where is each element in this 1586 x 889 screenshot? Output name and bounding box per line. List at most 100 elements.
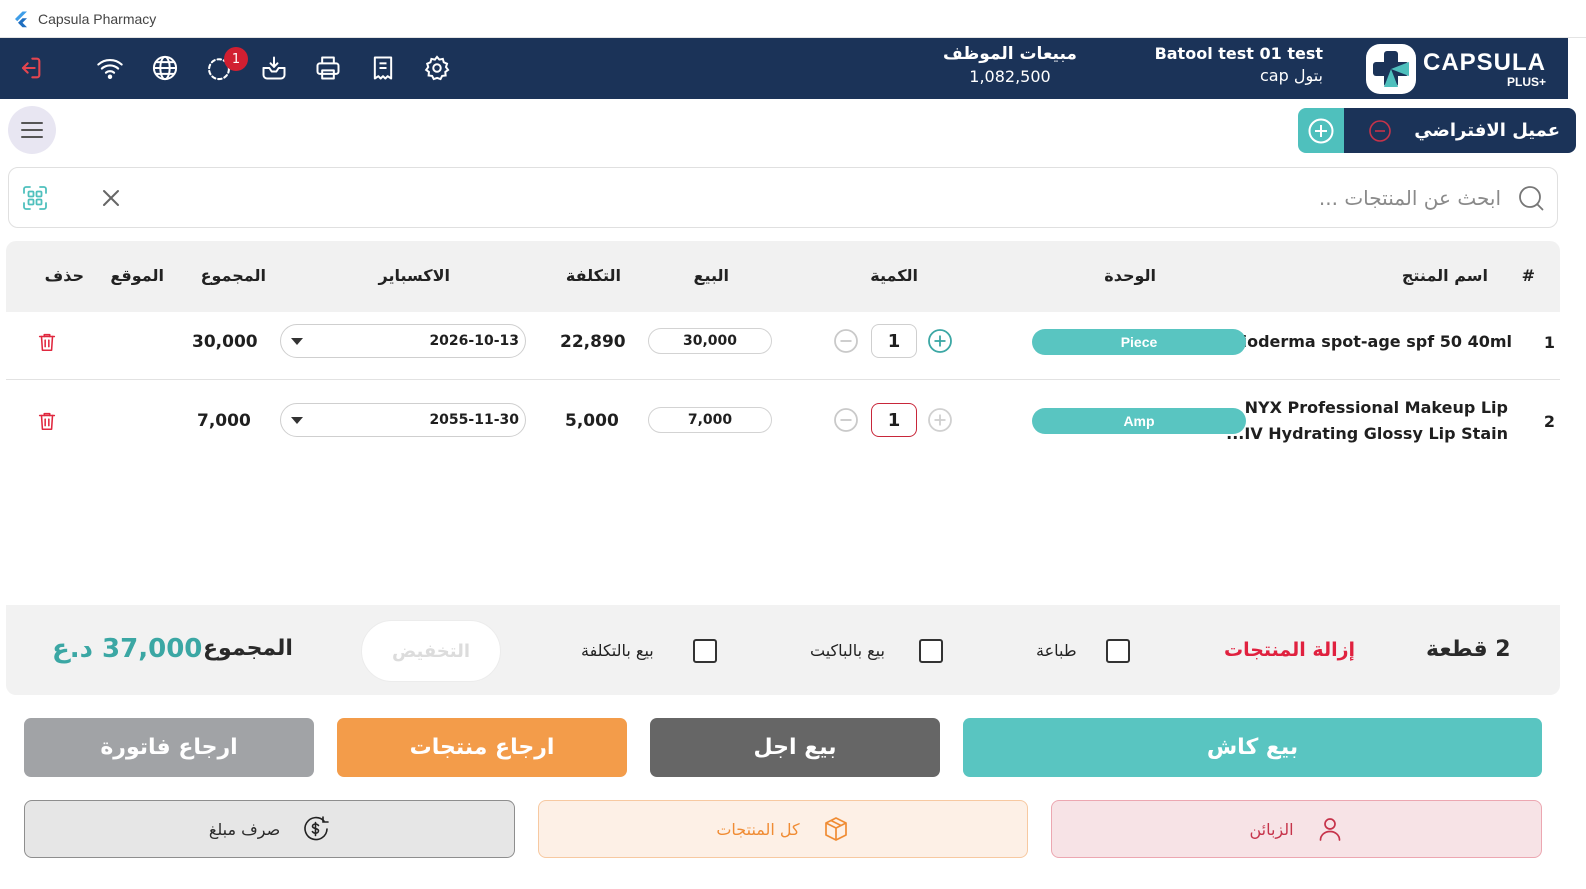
expiry-select[interactable]: 2055-11-30 [280,403,526,437]
table-row: 1 Bioderma spot-age spf 50 40ml Piece 1 … [6,313,1560,379]
user-name: Batool test 01 test [1154,44,1323,63]
barcode-scan-icon[interactable] [21,184,49,212]
col-cost: التكلفة [565,266,621,285]
customer-name: عميل الافتراضي [1414,120,1560,141]
qty-increase-button[interactable] [927,407,953,433]
sell-by-package-label: بيع بالباكيت [810,641,885,660]
chevron-down-icon [291,337,303,345]
product-search [8,167,1558,228]
cash-sale-button[interactable]: بيع كاش [963,718,1542,777]
col-delete: حذف [44,266,84,285]
minus-circle-icon [834,408,858,432]
app-window: Capsula Pharmacy 1 مبيعات الموظف 1,082,5… [0,0,1586,889]
plus-circle-icon [928,408,952,432]
top-header: 1 مبيعات الموظف 1,082,500 Batool test 01… [0,38,1568,99]
product-name: NYX Professional Makeup Lip IV Hydrating… [1226,395,1508,447]
sale-price-field[interactable]: 30,000 [648,328,772,354]
logo-subtext: PLUS+ [1506,74,1546,89]
return-products-button[interactable]: ارجاع منتجات [337,718,627,777]
row-total: 30,000 [192,332,258,352]
window-titlebar: Capsula Pharmacy [0,0,1586,38]
pieces-label: قطعة [1426,637,1488,662]
quantity-field[interactable]: 1 [871,324,917,358]
trash-icon[interactable] [36,410,58,432]
expense-label: صرف مبلغ [208,819,281,839]
col-total: المجموع [200,266,266,285]
hamburger-icon [21,122,43,138]
cost-value: 22,890 [560,332,626,352]
col-expiry: الاكسباير [378,266,450,285]
row-total: 7,000 [197,411,251,431]
qty-increase-button[interactable] [927,328,953,354]
employee-sales-value: 1,082,500 [969,67,1051,86]
product-name-line1: NYX Professional Makeup Lip [1244,398,1508,417]
table-header: # اسم المنتج الوحدة الكمية البيع التكلفة… [6,241,1560,312]
unit-badge[interactable]: Piece [1032,329,1246,355]
col-sale: البيع [693,266,729,285]
customer-selector: عميل الافتراضي [1298,108,1576,153]
discount-button[interactable]: التخفيض [361,620,501,682]
sell-by-package-checkbox[interactable] [919,639,943,663]
col-index: # [1521,266,1535,285]
inbox-icon[interactable] [259,53,289,83]
product-name-line2: IV Hydrating Glossy Lip Stain... [1226,424,1508,443]
trash-icon[interactable] [36,331,58,353]
qty-decrease-button[interactable] [833,328,859,354]
remove-customer-icon[interactable] [1368,119,1392,143]
user-icon [1319,818,1340,841]
row-index: 2 [1543,412,1555,431]
sync-icon[interactable]: 1 [204,47,248,83]
printer-icon[interactable] [313,53,343,83]
quantity-field[interactable]: 1 [871,403,917,437]
expiry-value: 2026-10-13 [429,333,519,349]
box-icon [824,817,847,841]
sale-price-field[interactable]: 7,000 [648,407,772,433]
row-index: 1 [1543,333,1555,352]
pieces-count: 2 قطعة [1426,637,1511,662]
dollar-refresh-icon [304,816,329,841]
col-location: الموقع [110,266,164,285]
order-summary: 37,000 د.ع المجموع التخفيض بيع بالتكلفة … [6,605,1560,695]
customers-button[interactable]: الزبائن [1051,800,1542,858]
customer-main[interactable]: عميل الافتراضي [1344,108,1576,153]
expiry-value: 2055-11-30 [429,412,519,428]
return-invoice-button[interactable]: ارجاع فاتورة [24,718,314,777]
expense-button[interactable]: صرف مبلغ [24,800,515,858]
settings-icon[interactable] [422,53,452,83]
capsula-logo-mark [1365,44,1416,94]
expiry-select[interactable]: 2026-10-13 [280,324,526,358]
remove-products-link[interactable]: إزالة المنتجات [1224,639,1355,661]
col-unit: الوحدة [1104,266,1156,285]
logout-icon[interactable] [15,53,45,83]
wifi-icon[interactable] [95,53,125,83]
globe-icon[interactable] [150,53,180,83]
customers-label: الزبائن [1249,819,1294,839]
col-quantity: الكمية [870,266,918,285]
logo-text: CAPSULA [1422,48,1546,76]
add-customer-button[interactable] [1298,108,1344,153]
plus-circle-icon [1308,118,1334,143]
minus-circle-icon [834,329,858,353]
all-products-label: كل المنتجات [716,819,800,839]
product-name: Bioderma spot-age spf 50 40ml [1229,329,1512,355]
notification-badge: 1 [224,47,248,71]
total-label: المجموع [203,636,293,661]
table-row: 2 NYX Professional Makeup Lip IV Hydrati… [6,381,1560,461]
window-title: Capsula Pharmacy [38,10,157,27]
unit-badge[interactable]: Amp [1032,408,1246,434]
print-checkbox[interactable] [1106,639,1130,663]
total-amount: 37,000 د.ع [52,634,203,664]
sell-at-cost-checkbox[interactable] [693,639,717,663]
clear-search-icon[interactable] [99,186,123,210]
plus-circle-icon [928,329,952,353]
menu-button[interactable] [8,106,56,154]
employee-sales-label: مبيعات الموظف [943,44,1077,64]
all-products-button[interactable]: كل المنتجات [538,800,1028,858]
search-input[interactable] [201,180,1501,216]
credit-sale-button[interactable]: بيع اجل [650,718,940,777]
col-product-name: اسم المنتج [1401,266,1488,285]
receipt-icon[interactable] [368,53,398,83]
cost-value: 5,000 [565,411,619,431]
qty-decrease-button[interactable] [833,407,859,433]
flutter-icon [15,11,27,27]
